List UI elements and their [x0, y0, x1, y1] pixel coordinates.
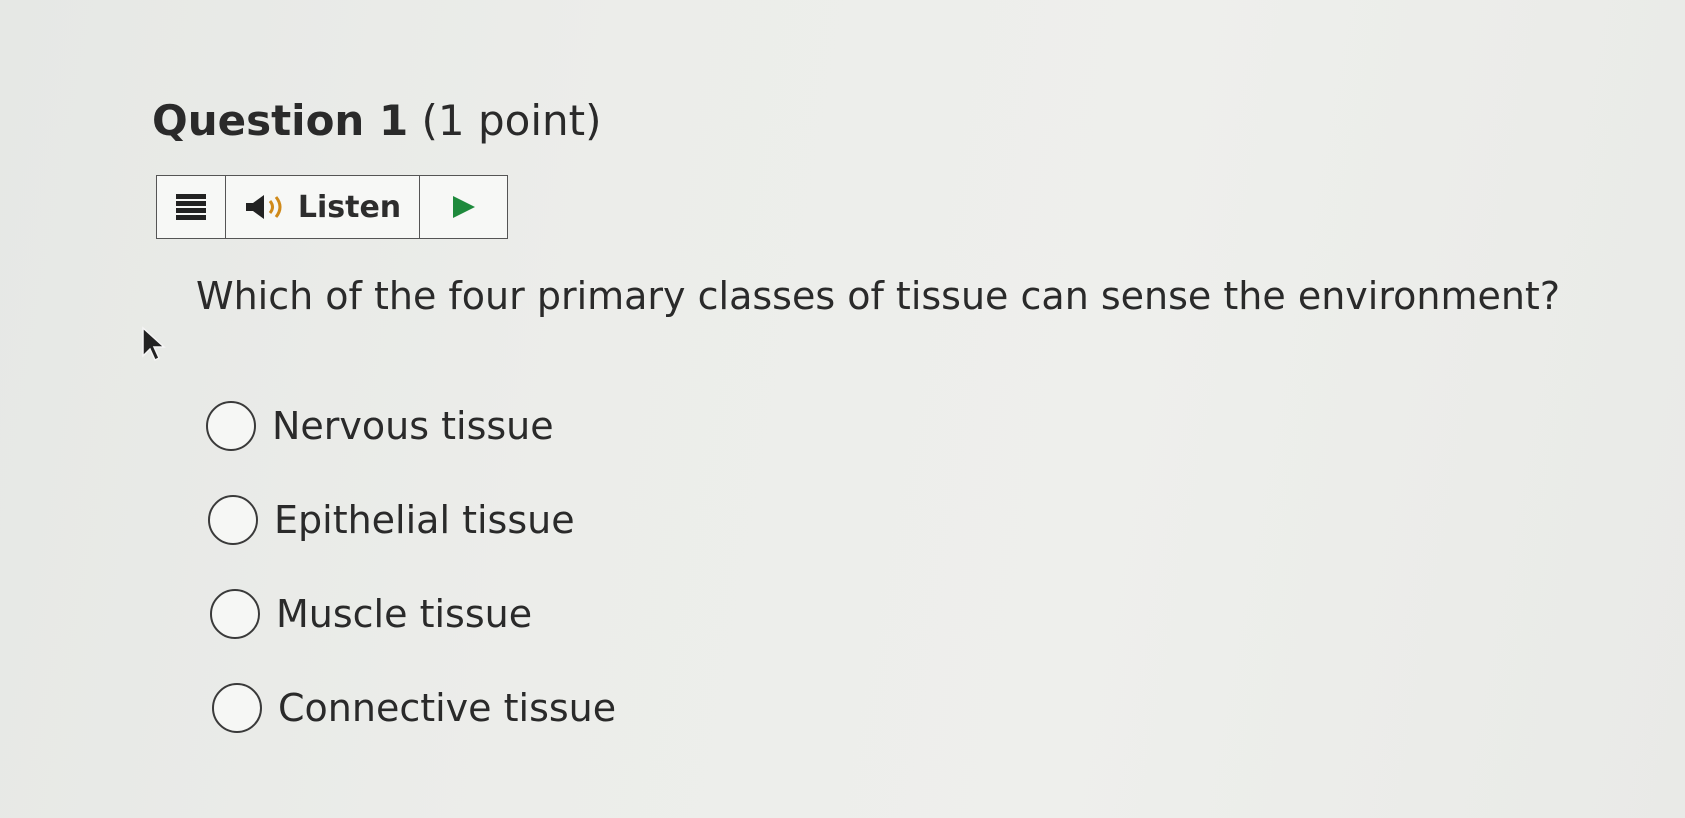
option-label: Muscle tissue — [276, 592, 533, 636]
listen-button[interactable]: Listen — [226, 176, 420, 238]
option-label: Connective tissue — [278, 686, 617, 730]
option-muscle-tissue[interactable]: Muscle tissue — [210, 585, 616, 643]
radio-button[interactable] — [208, 495, 258, 545]
radio-button[interactable] — [210, 589, 260, 639]
option-epithelial-tissue[interactable]: Epithelial tissue — [208, 491, 616, 549]
listen-toolbar: Listen — [156, 175, 508, 239]
listen-label: Listen — [297, 189, 402, 225]
mouse-cursor-icon — [142, 326, 166, 362]
hamburger-menu-icon — [176, 194, 206, 220]
option-nervous-tissue[interactable]: Nervous tissue — [206, 397, 616, 455]
radio-button[interactable] — [206, 401, 256, 451]
question-label: Question 1 — [152, 96, 409, 145]
play-icon — [452, 196, 475, 218]
question-title: Question 1 (1 point) — [152, 100, 602, 142]
option-connective-tissue[interactable]: Connective tissue — [212, 679, 616, 737]
quiz-page: { "question": { "label": "Question 1", "… — [0, 0, 1685, 818]
option-label: Epithelial tissue — [274, 498, 575, 542]
question-points: (1 point) — [421, 96, 602, 145]
speaker-icon — [245, 195, 282, 219]
option-label: Nervous tissue — [272, 404, 554, 448]
radio-button[interactable] — [212, 683, 262, 733]
question-text: Which of the four primary classes of tis… — [196, 274, 1560, 318]
menu-button[interactable] — [157, 176, 226, 238]
play-button[interactable] — [420, 176, 507, 238]
answer-options: Nervous tissue Epithelial tissue Muscle … — [206, 397, 616, 773]
